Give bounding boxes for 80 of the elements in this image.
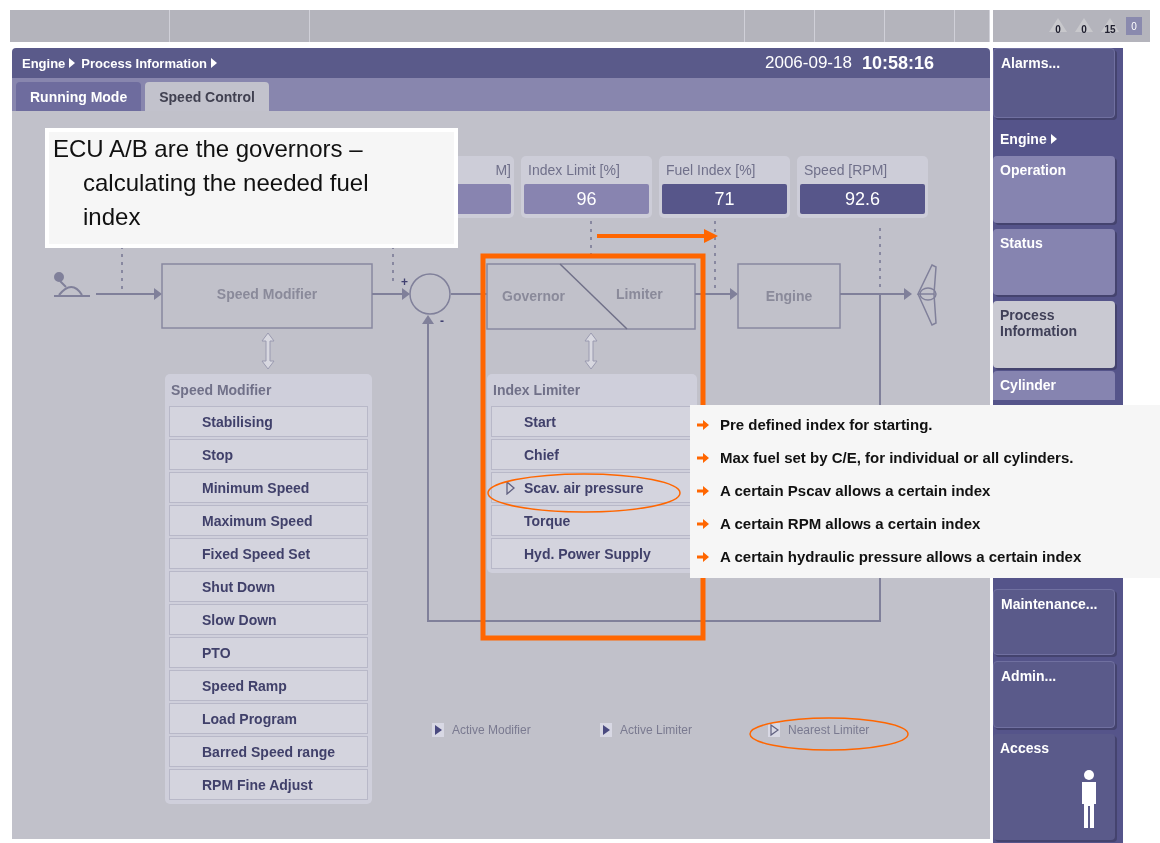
arrow-icon bbox=[696, 483, 710, 498]
item-label: Chief bbox=[524, 446, 559, 463]
list-item[interactable]: Stabilising bbox=[169, 406, 368, 437]
readout-value: 92.6 bbox=[800, 184, 925, 214]
readout-label: Index Limit [%] bbox=[527, 161, 621, 180]
menu-button[interactable]: Cylinder bbox=[993, 371, 1115, 401]
arrow bbox=[95, 288, 162, 300]
list-item[interactable]: Slow Down bbox=[169, 604, 368, 635]
list-item[interactable]: RPM Fine Adjust bbox=[169, 769, 368, 800]
list-item[interactable]: Shut Down bbox=[169, 571, 368, 602]
indicator-box: 0 bbox=[1126, 17, 1142, 35]
list-item[interactable]: Hyd. Power Supply bbox=[491, 538, 693, 569]
item-label: Scav. air pressure bbox=[524, 479, 644, 496]
list-item[interactable]: Torque bbox=[491, 505, 693, 536]
panel-title: Index Limiter bbox=[492, 381, 582, 400]
readout-label: Speed [RPM] bbox=[803, 161, 889, 180]
alarm-count: 0 bbox=[1048, 17, 1068, 35]
arrow bbox=[694, 288, 738, 300]
legend-label: Active Limiter bbox=[620, 723, 693, 737]
item-label: Start bbox=[524, 413, 556, 430]
menu-button[interactable]: Access bbox=[993, 734, 1115, 840]
menu-button[interactable]: Process Information bbox=[993, 301, 1115, 369]
toolbar-segment bbox=[815, 10, 885, 42]
note-text: Max fuel set by C/E, for individual or all cylinders. bbox=[720, 449, 1074, 466]
legend-label: Active Modifier bbox=[452, 723, 531, 737]
list-item[interactable]: Start bbox=[491, 406, 693, 437]
tab[interactable]: Running Mode bbox=[16, 82, 142, 111]
list-item[interactable]: Fixed Speed Set bbox=[169, 538, 368, 569]
alarm-count: 0 bbox=[1074, 17, 1094, 35]
breadcrumb-item[interactable]: Process Information bbox=[81, 55, 208, 71]
time-text: 10:58:16 bbox=[861, 52, 934, 74]
legend-label: Nearest Limiter bbox=[788, 723, 870, 737]
list-item[interactable]: Speed Ramp bbox=[169, 670, 368, 701]
arrow bbox=[371, 288, 410, 300]
section-label: Engine bbox=[1000, 130, 1047, 147]
readout-value: 71 bbox=[662, 184, 787, 214]
callout-text: ECU A/B are the governors – calculating the needed fuel index bbox=[45, 128, 458, 248]
triangle-icon bbox=[1050, 133, 1057, 144]
panel-title: Speed Modifier bbox=[170, 381, 273, 400]
readout-label: Fuel Index [%] bbox=[665, 161, 757, 180]
readout-label: M] bbox=[494, 161, 511, 180]
menu-button[interactable]: Admin... bbox=[993, 661, 1115, 729]
dotted-line bbox=[121, 245, 123, 292]
list-item[interactable]: Scav. air pressure bbox=[491, 472, 693, 503]
double-arrow-icon bbox=[261, 332, 275, 370]
menu-button[interactable]: Maintenance... bbox=[993, 588, 1115, 656]
readout-value: 96 bbox=[524, 184, 649, 214]
menu-button[interactable]: Status bbox=[993, 228, 1115, 296]
list-item[interactable]: Chief bbox=[491, 439, 693, 470]
arrow-icon bbox=[696, 417, 710, 432]
item-label: Torque bbox=[524, 512, 571, 529]
note-text: A certain RPM allows a certain index bbox=[720, 515, 981, 532]
person-icon bbox=[1079, 770, 1099, 830]
date-text: 2006-09-18 bbox=[764, 53, 852, 73]
note-text: Pre defined index for starting. bbox=[720, 416, 933, 433]
breadcrumb-item[interactable]: Engine bbox=[22, 55, 66, 71]
tab[interactable]: Speed Control bbox=[145, 82, 269, 111]
arrow-icon bbox=[696, 549, 710, 564]
alarm-count: 15 bbox=[1100, 17, 1120, 35]
triangle-icon bbox=[211, 58, 218, 68]
lever-icon bbox=[53, 272, 91, 297]
menu-button[interactable]: Operation bbox=[993, 155, 1115, 223]
note-text: A certain hydraulic pressure allows a certain index bbox=[720, 548, 1082, 565]
list-item[interactable]: Barred Speed range bbox=[169, 736, 368, 767]
list-item[interactable]: PTO bbox=[169, 637, 368, 668]
list-item[interactable]: Maximum Speed bbox=[169, 505, 368, 536]
list-item[interactable]: Stop bbox=[169, 439, 368, 470]
list-item[interactable]: Minimum Speed bbox=[169, 472, 368, 503]
note-text: A certain Pscav allows a certain index bbox=[720, 482, 991, 499]
menu-button[interactable]: Alarms... bbox=[993, 48, 1115, 118]
arrow-icon bbox=[696, 450, 710, 465]
double-arrow-icon bbox=[584, 332, 598, 370]
item-label: Hyd. Power Supply bbox=[524, 545, 651, 562]
list-item[interactable]: Load Program bbox=[169, 703, 368, 734]
minus-sign: - bbox=[440, 314, 444, 328]
plus-sign: + bbox=[401, 275, 408, 289]
arrow-icon bbox=[696, 516, 710, 531]
triangle-icon bbox=[69, 58, 76, 68]
propeller-icon bbox=[916, 264, 937, 326]
summing-junction bbox=[409, 273, 451, 324]
